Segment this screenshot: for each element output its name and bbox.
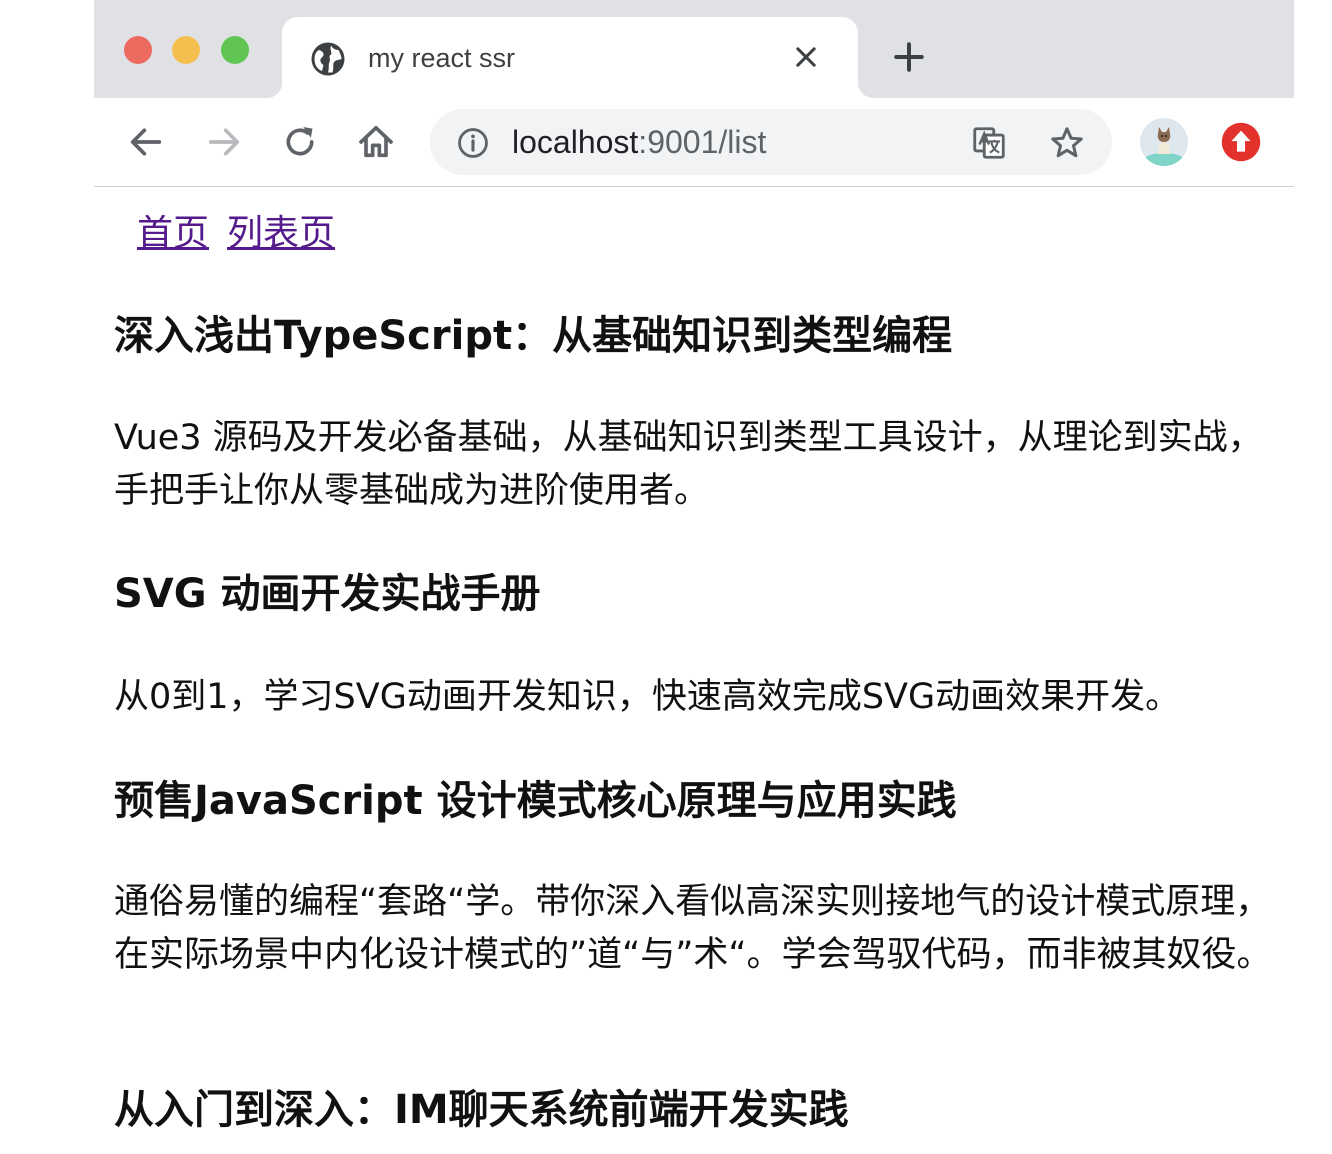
address-bar[interactable]: localhost:9001/list bbox=[430, 109, 1112, 175]
close-icon[interactable] bbox=[792, 43, 820, 71]
globe-icon bbox=[311, 42, 345, 76]
site-nav: 首页 列表页 bbox=[137, 211, 353, 257]
info-icon[interactable] bbox=[456, 126, 490, 160]
article-description: 通俗易懂的编程“套路“学。带你深入看似高深实则接地气的设计模式原理，在实际场景中… bbox=[114, 882, 1272, 975]
article-title: SVG 动画开发实战手册 bbox=[114, 571, 541, 617]
url-text[interactable]: localhost:9001/list bbox=[512, 122, 766, 162]
bookmark-star-icon[interactable] bbox=[1048, 124, 1086, 162]
page-content: 首页 列表页 深入浅出TypeScript：从基础知识到类型编程 Vue3 源码及… bbox=[94, 187, 1294, 1133]
translate-icon[interactable] bbox=[970, 124, 1008, 162]
minimize-window-button[interactable] bbox=[172, 36, 200, 64]
article-title: 从入门到深入：IM聊天系统前端开发实践 bbox=[114, 1087, 849, 1133]
maximize-window-button[interactable] bbox=[221, 36, 249, 64]
article-title: 预售JavaScript 设计模式核心原理与应用实践 bbox=[114, 778, 957, 824]
nav-link-home[interactable]: 首页 bbox=[137, 213, 209, 254]
back-arrow-icon[interactable] bbox=[126, 122, 166, 162]
new-tab-icon[interactable] bbox=[892, 40, 926, 74]
home-icon[interactable] bbox=[356, 122, 396, 162]
close-window-button[interactable] bbox=[124, 36, 152, 64]
article-description: Vue3 源码及开发必备基础，从基础知识到类型工具设计，从理论到实战，手把手让你… bbox=[114, 418, 1263, 511]
profile-avatar[interactable] bbox=[1140, 118, 1188, 166]
upload-extension-icon[interactable] bbox=[1220, 121, 1262, 163]
reload-icon[interactable] bbox=[280, 122, 320, 162]
article-title: 深入浅出TypeScript：从基础知识到类型编程 bbox=[114, 313, 953, 359]
browser-tab[interactable]: my react ssr bbox=[266, 17, 874, 98]
browser-window: my react ssr localhost:9001/list 首页 列表页 … bbox=[94, 0, 1294, 1133]
browser-toolbar: localhost:9001/list bbox=[94, 98, 1294, 187]
tab-bar: my react ssr bbox=[94, 0, 1294, 98]
cat-avatar-icon bbox=[1140, 118, 1188, 166]
article-description: 从0到1，学习SVG动画开发知识，快速高效完成SVG动画效果开发。 bbox=[114, 677, 1181, 717]
nav-link-list[interactable]: 列表页 bbox=[227, 213, 335, 254]
tab-title: my react ssr bbox=[368, 43, 516, 73]
forward-arrow-icon[interactable] bbox=[204, 122, 244, 162]
